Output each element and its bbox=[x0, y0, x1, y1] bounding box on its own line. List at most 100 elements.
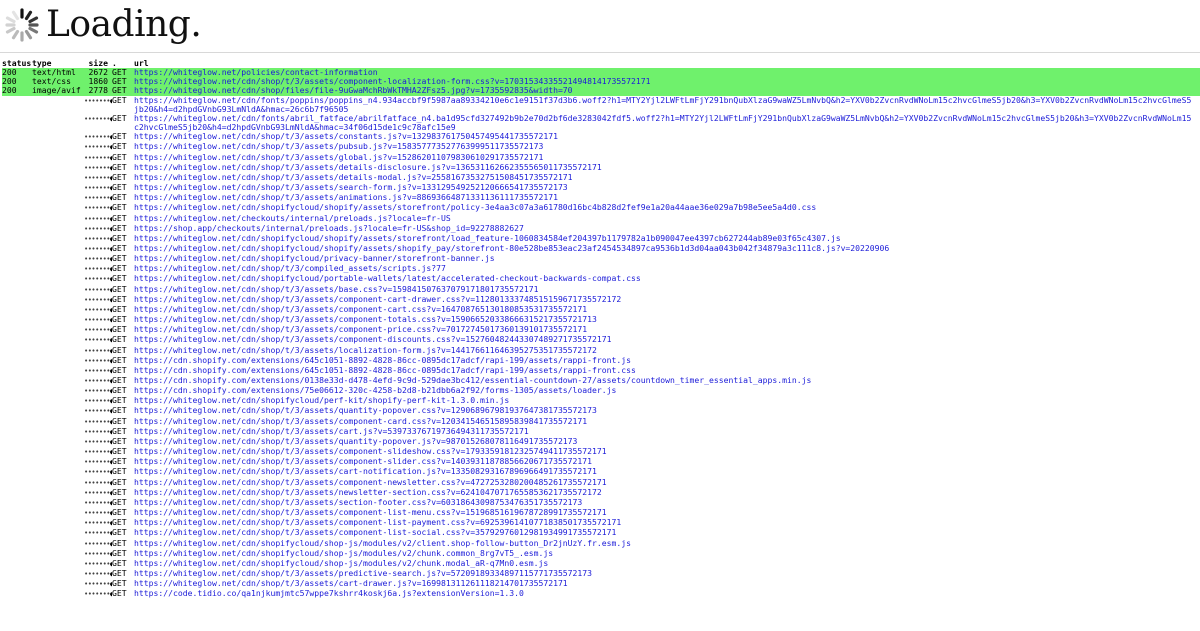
pending-dots-icon: •••••••●●●• bbox=[84, 346, 112, 355]
method-cell: GET bbox=[112, 223, 127, 233]
progress-indicator: •••••••●●●• bbox=[84, 203, 112, 213]
status-cell bbox=[2, 203, 32, 213]
pending-dots-icon: •••••••●●●• bbox=[84, 265, 112, 274]
type-cell bbox=[32, 305, 84, 315]
size-cell: 1860 bbox=[84, 77, 112, 87]
status-cell bbox=[2, 589, 32, 599]
status-cell bbox=[2, 244, 32, 254]
progress-indicator: •••••••●●●• bbox=[84, 173, 112, 183]
status-cell bbox=[2, 173, 32, 183]
type-cell bbox=[32, 193, 84, 203]
pending-dots-icon: •••••••●●●• bbox=[84, 224, 112, 233]
pending-dots-icon: •••••••●●●• bbox=[84, 458, 112, 467]
pending-dots-icon: •••••••●●●• bbox=[84, 427, 112, 436]
pending-dots-icon: •••••••●●●• bbox=[84, 590, 112, 599]
method-cell: GET bbox=[112, 579, 127, 589]
progress-indicator: •••••••●●●• bbox=[84, 254, 112, 264]
status-cell bbox=[2, 254, 32, 264]
status-cell bbox=[2, 295, 32, 305]
method-cell: GET bbox=[112, 152, 127, 162]
status-cell bbox=[2, 264, 32, 274]
pending-dots-icon: •••••••●●●• bbox=[84, 326, 112, 335]
method-cell: GET bbox=[112, 243, 127, 253]
progress-indicator: •••••••●●●• bbox=[84, 234, 112, 244]
status-cell: 200 bbox=[2, 86, 32, 96]
status-cell bbox=[2, 285, 32, 295]
column-header-method: . bbox=[112, 58, 117, 68]
progress-indicator: •••••••●●●• bbox=[84, 406, 112, 416]
type-cell bbox=[32, 478, 84, 488]
progress-indicator: •••••••●●●• bbox=[84, 356, 112, 366]
type-cell bbox=[32, 366, 84, 376]
type-cell bbox=[32, 285, 84, 295]
pending-dots-icon: •••••••●●●• bbox=[84, 285, 112, 294]
pending-dots-icon: •••••••●●●• bbox=[84, 509, 112, 518]
type-cell bbox=[32, 346, 84, 356]
url-link[interactable]: https://whiteglow.net/cdn/shop/t/3/asset… bbox=[134, 335, 1200, 345]
column-header-status: status bbox=[2, 58, 32, 68]
method-cell: GET bbox=[112, 284, 127, 294]
progress-indicator: •••••••●●●• bbox=[84, 518, 112, 528]
pending-dots-icon: •••••••●●●• bbox=[84, 194, 112, 203]
request-log-table: status type size . url 200 text/html 2672 G… bbox=[2, 58, 1200, 599]
type-cell bbox=[32, 549, 84, 559]
table-row: •••••••●●●•GET https://code.tidio.co/qa1n… bbox=[2, 589, 1200, 599]
status-cell bbox=[2, 549, 32, 559]
type-cell: image/avif bbox=[32, 86, 84, 96]
page-title: Loading. bbox=[46, 4, 202, 45]
type-cell bbox=[32, 132, 84, 142]
method-cell: GET bbox=[112, 538, 127, 548]
type-cell bbox=[32, 559, 84, 569]
status-cell bbox=[2, 457, 32, 467]
status-cell bbox=[2, 478, 32, 488]
pending-dots-icon: •••••••●●●• bbox=[84, 275, 112, 284]
method-cell: GET bbox=[112, 477, 127, 487]
size-cell: 2672 bbox=[84, 68, 112, 78]
pending-dots-icon: •••••••●●●• bbox=[84, 163, 112, 172]
type-cell bbox=[32, 153, 84, 163]
method-cell: GET bbox=[112, 162, 127, 172]
method-cell: GET bbox=[112, 304, 127, 314]
type-cell: text/html bbox=[32, 68, 84, 78]
status-cell bbox=[2, 386, 32, 396]
url-link[interactable]: https://whiteglow.net/cdn/shopifycloud/s… bbox=[134, 203, 1200, 213]
method-cell: GET bbox=[112, 132, 127, 142]
url-link[interactable]: https://whiteglow.net/cdn/fonts/abril_fa… bbox=[134, 113, 1200, 132]
method-cell: GET bbox=[112, 345, 127, 355]
pending-dots-icon: •••••••●●●• bbox=[84, 295, 112, 304]
pending-dots-icon: •••••••●●●• bbox=[84, 244, 112, 253]
url-link[interactable]: https://code.tidio.co/qa1njkumjmtc57wppe… bbox=[134, 589, 1200, 599]
pending-dots-icon: •••••••●●●• bbox=[84, 184, 112, 193]
status-cell bbox=[2, 417, 32, 427]
pending-dots-icon: •••••••●●●• bbox=[84, 366, 112, 375]
progress-indicator: •••••••●●●• bbox=[84, 335, 112, 345]
type-cell bbox=[32, 183, 84, 193]
url-link[interactable]: https://whiteglow.net/cdn/fonts/poppins/… bbox=[134, 95, 1200, 114]
type-cell bbox=[32, 325, 84, 335]
method-cell: GET bbox=[112, 518, 127, 528]
progress-indicator: •••••••●●●• bbox=[84, 264, 112, 274]
pending-dots-icon: •••••••●●●• bbox=[84, 437, 112, 446]
method-cell: GET bbox=[112, 274, 127, 284]
progress-indicator: •••••••●●●• bbox=[84, 132, 112, 142]
progress-indicator: •••••••●●●• bbox=[84, 396, 112, 406]
status-cell bbox=[2, 214, 32, 224]
table-row: •••••••●●●•GET https://whiteglow.net/cdn/… bbox=[2, 203, 1200, 213]
status-cell bbox=[2, 96, 32, 114]
type-cell bbox=[32, 315, 84, 325]
status-cell bbox=[2, 579, 32, 589]
type-cell bbox=[32, 203, 84, 213]
pending-dots-icon: •••••••●●●• bbox=[84, 114, 112, 123]
progress-indicator: •••••••●●●• bbox=[84, 244, 112, 254]
url-link[interactable]: https://whiteglow.net/cdn/shop/t/3/asset… bbox=[134, 528, 1200, 538]
method-cell: GET bbox=[112, 86, 134, 96]
method-cell: GET bbox=[112, 558, 127, 568]
type-cell bbox=[32, 274, 84, 284]
progress-indicator: •••••••●●●• bbox=[84, 163, 112, 173]
progress-indicator: •••••••●●●• bbox=[84, 528, 112, 538]
method-cell: GET bbox=[112, 294, 127, 304]
pending-dots-icon: •••••••●●●• bbox=[84, 397, 112, 406]
status-cell bbox=[2, 114, 32, 132]
progress-indicator: •••••••●●●• bbox=[84, 478, 112, 488]
progress-indicator: •••••••●●●• bbox=[84, 285, 112, 295]
